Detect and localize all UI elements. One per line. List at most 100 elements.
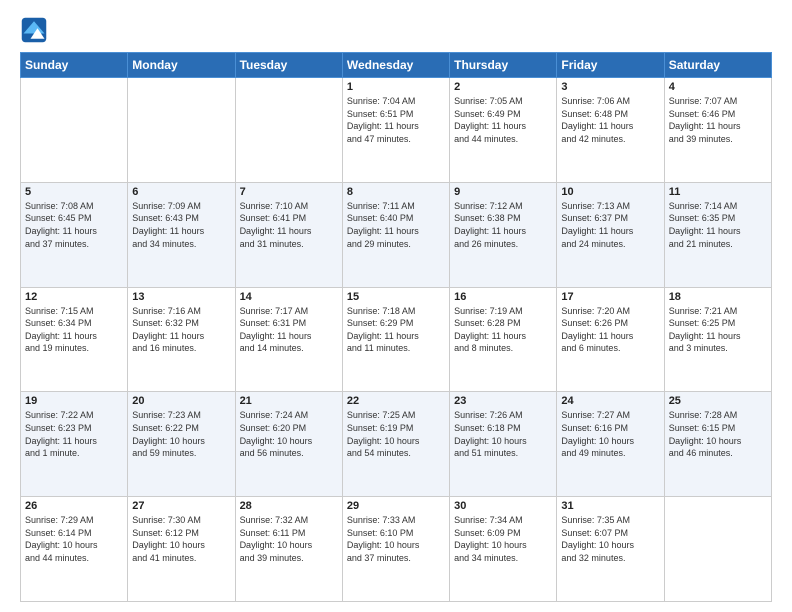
calendar-cell: 11 Sunrise: 7:14 AM Sunset: 6:35 PM Dayli… [664,182,771,287]
calendar-header-saturday: Saturday [664,53,771,78]
day-number: 2 [454,81,552,93]
day-info: Sunrise: 7:25 AM Sunset: 6:19 PM Dayligh… [347,409,445,459]
day-info: Sunrise: 7:27 AM Sunset: 6:16 PM Dayligh… [561,409,659,459]
day-number: 24 [561,395,659,407]
calendar-cell: 10Sunrise: 7:13 AM Sunset: 6:37 PM Dayli… [557,182,664,287]
calendar-header-wednesday: Wednesday [342,53,449,78]
calendar-cell: 18 Sunrise: 7:21 AM Sunset: 6:25 PM Dayli… [664,287,771,392]
day-info: Sunrise: 7:04 AM Sunset: 6:51 PM Dayligh… [347,95,445,145]
calendar-cell: 20 Sunrise: 7:23 AM Sunset: 6:22 PM Dayli… [128,392,235,497]
day-info: Sunrise: 7:34 AM Sunset: 6:09 PM Dayligh… [454,514,552,564]
day-info: Sunrise: 7:17 AM Sunset: 6:31 PM Dayligh… [240,305,338,355]
day-number: 16 [454,291,552,303]
calendar-header-friday: Friday [557,53,664,78]
day-info: Sunrise: 7:19 AM Sunset: 6:28 PM Dayligh… [454,305,552,355]
day-number: 29 [347,500,445,512]
day-number: 5 [25,186,123,198]
day-number: 28 [240,500,338,512]
day-info: Sunrise: 7:21 AM Sunset: 6:25 PM Dayligh… [669,305,767,355]
day-info: Sunrise: 7:09 AM Sunset: 6:43 PM Dayligh… [132,200,230,250]
day-number: 22 [347,395,445,407]
calendar-header-tuesday: Tuesday [235,53,342,78]
day-info: Sunrise: 7:11 AM Sunset: 6:40 PM Dayligh… [347,200,445,250]
day-number: 12 [25,291,123,303]
calendar-cell: 29 Sunrise: 7:33 AM Sunset: 6:10 PM Dayli… [342,497,449,602]
calendar-cell: 21Sunrise: 7:24 AM Sunset: 6:20 PM Dayli… [235,392,342,497]
calendar-cell: 8 Sunrise: 7:11 AM Sunset: 6:40 PM Daylig… [342,182,449,287]
day-number: 25 [669,395,767,407]
calendar-cell: 16 Sunrise: 7:19 AM Sunset: 6:28 PM Dayli… [450,287,557,392]
day-number: 30 [454,500,552,512]
calendar-header-row: SundayMondayTuesdayWednesdayThursdayFrid… [21,53,772,78]
calendar-cell: 30 Sunrise: 7:34 AM Sunset: 6:09 PM Dayli… [450,497,557,602]
logo-icon [20,16,48,44]
day-number: 17 [561,291,659,303]
day-info: Sunrise: 7:05 AM Sunset: 6:49 PM Dayligh… [454,95,552,145]
calendar-table: SundayMondayTuesdayWednesdayThursdayFrid… [20,52,772,602]
day-number: 4 [669,81,767,93]
logo [20,16,52,44]
calendar-week-2: 5 Sunrise: 7:08 AM Sunset: 6:45 PM Daylig… [21,182,772,287]
day-number: 18 [669,291,767,303]
day-number: 26 [25,500,123,512]
day-info: Sunrise: 7:26 AM Sunset: 6:18 PM Dayligh… [454,409,552,459]
calendar-cell: 1 Sunrise: 7:04 AM Sunset: 6:51 PM Daylig… [342,78,449,183]
day-number: 15 [347,291,445,303]
day-info: Sunrise: 7:35 AM Sunset: 6:07 PM Dayligh… [561,514,659,564]
calendar-cell [664,497,771,602]
day-info: Sunrise: 7:32 AM Sunset: 6:11 PM Dayligh… [240,514,338,564]
calendar-week-3: 12Sunrise: 7:15 AM Sunset: 6:34 PM Dayli… [21,287,772,392]
calendar-cell: 24 Sunrise: 7:27 AM Sunset: 6:16 PM Dayli… [557,392,664,497]
day-number: 19 [25,395,123,407]
day-number: 1 [347,81,445,93]
page: SundayMondayTuesdayWednesdayThursdayFrid… [0,0,792,612]
day-info: Sunrise: 7:08 AM Sunset: 6:45 PM Dayligh… [25,200,123,250]
calendar-cell: 14Sunrise: 7:17 AM Sunset: 6:31 PM Dayli… [235,287,342,392]
calendar-header-monday: Monday [128,53,235,78]
calendar-cell: 23Sunrise: 7:26 AM Sunset: 6:18 PM Dayli… [450,392,557,497]
day-info: Sunrise: 7:29 AM Sunset: 6:14 PM Dayligh… [25,514,123,564]
day-number: 9 [454,186,552,198]
calendar-header-thursday: Thursday [450,53,557,78]
day-info: Sunrise: 7:10 AM Sunset: 6:41 PM Dayligh… [240,200,338,250]
calendar-cell: 17 Sunrise: 7:20 AM Sunset: 6:26 PM Dayli… [557,287,664,392]
calendar-cell [235,78,342,183]
day-info: Sunrise: 7:20 AM Sunset: 6:26 PM Dayligh… [561,305,659,355]
calendar-week-5: 26 Sunrise: 7:29 AM Sunset: 6:14 PM Dayli… [21,497,772,602]
calendar-header-sunday: Sunday [21,53,128,78]
calendar-cell: 15 Sunrise: 7:18 AM Sunset: 6:29 PM Dayli… [342,287,449,392]
calendar-cell: 13 Sunrise: 7:16 AM Sunset: 6:32 PM Dayli… [128,287,235,392]
calendar-cell: 7 Sunrise: 7:10 AM Sunset: 6:41 PM Daylig… [235,182,342,287]
calendar-cell: 6 Sunrise: 7:09 AM Sunset: 6:43 PM Daylig… [128,182,235,287]
day-number: 11 [669,186,767,198]
day-info: Sunrise: 7:06 AM Sunset: 6:48 PM Dayligh… [561,95,659,145]
day-info: Sunrise: 7:30 AM Sunset: 6:12 PM Dayligh… [132,514,230,564]
calendar-cell: 31Sunrise: 7:35 AM Sunset: 6:07 PM Dayli… [557,497,664,602]
day-number: 20 [132,395,230,407]
day-number: 27 [132,500,230,512]
calendar-cell: 2 Sunrise: 7:05 AM Sunset: 6:49 PM Daylig… [450,78,557,183]
calendar-cell [21,78,128,183]
day-info: Sunrise: 7:28 AM Sunset: 6:15 PM Dayligh… [669,409,767,459]
header [20,16,772,44]
calendar-cell: 22 Sunrise: 7:25 AM Sunset: 6:19 PM Dayli… [342,392,449,497]
day-number: 6 [132,186,230,198]
calendar-cell: 26 Sunrise: 7:29 AM Sunset: 6:14 PM Dayli… [21,497,128,602]
day-number: 13 [132,291,230,303]
day-info: Sunrise: 7:07 AM Sunset: 6:46 PM Dayligh… [669,95,767,145]
day-info: Sunrise: 7:14 AM Sunset: 6:35 PM Dayligh… [669,200,767,250]
calendar-cell: 27 Sunrise: 7:30 AM Sunset: 6:12 PM Dayli… [128,497,235,602]
day-number: 3 [561,81,659,93]
day-info: Sunrise: 7:16 AM Sunset: 6:32 PM Dayligh… [132,305,230,355]
day-info: Sunrise: 7:12 AM Sunset: 6:38 PM Dayligh… [454,200,552,250]
calendar-cell: 9 Sunrise: 7:12 AM Sunset: 6:38 PM Daylig… [450,182,557,287]
day-info: Sunrise: 7:33 AM Sunset: 6:10 PM Dayligh… [347,514,445,564]
calendar-cell: 25 Sunrise: 7:28 AM Sunset: 6:15 PM Dayli… [664,392,771,497]
day-number: 7 [240,186,338,198]
day-info: Sunrise: 7:23 AM Sunset: 6:22 PM Dayligh… [132,409,230,459]
day-number: 8 [347,186,445,198]
calendar-week-4: 19Sunrise: 7:22 AM Sunset: 6:23 PM Dayli… [21,392,772,497]
day-info: Sunrise: 7:18 AM Sunset: 6:29 PM Dayligh… [347,305,445,355]
calendar-cell: 12Sunrise: 7:15 AM Sunset: 6:34 PM Dayli… [21,287,128,392]
day-info: Sunrise: 7:13 AM Sunset: 6:37 PM Dayligh… [561,200,659,250]
